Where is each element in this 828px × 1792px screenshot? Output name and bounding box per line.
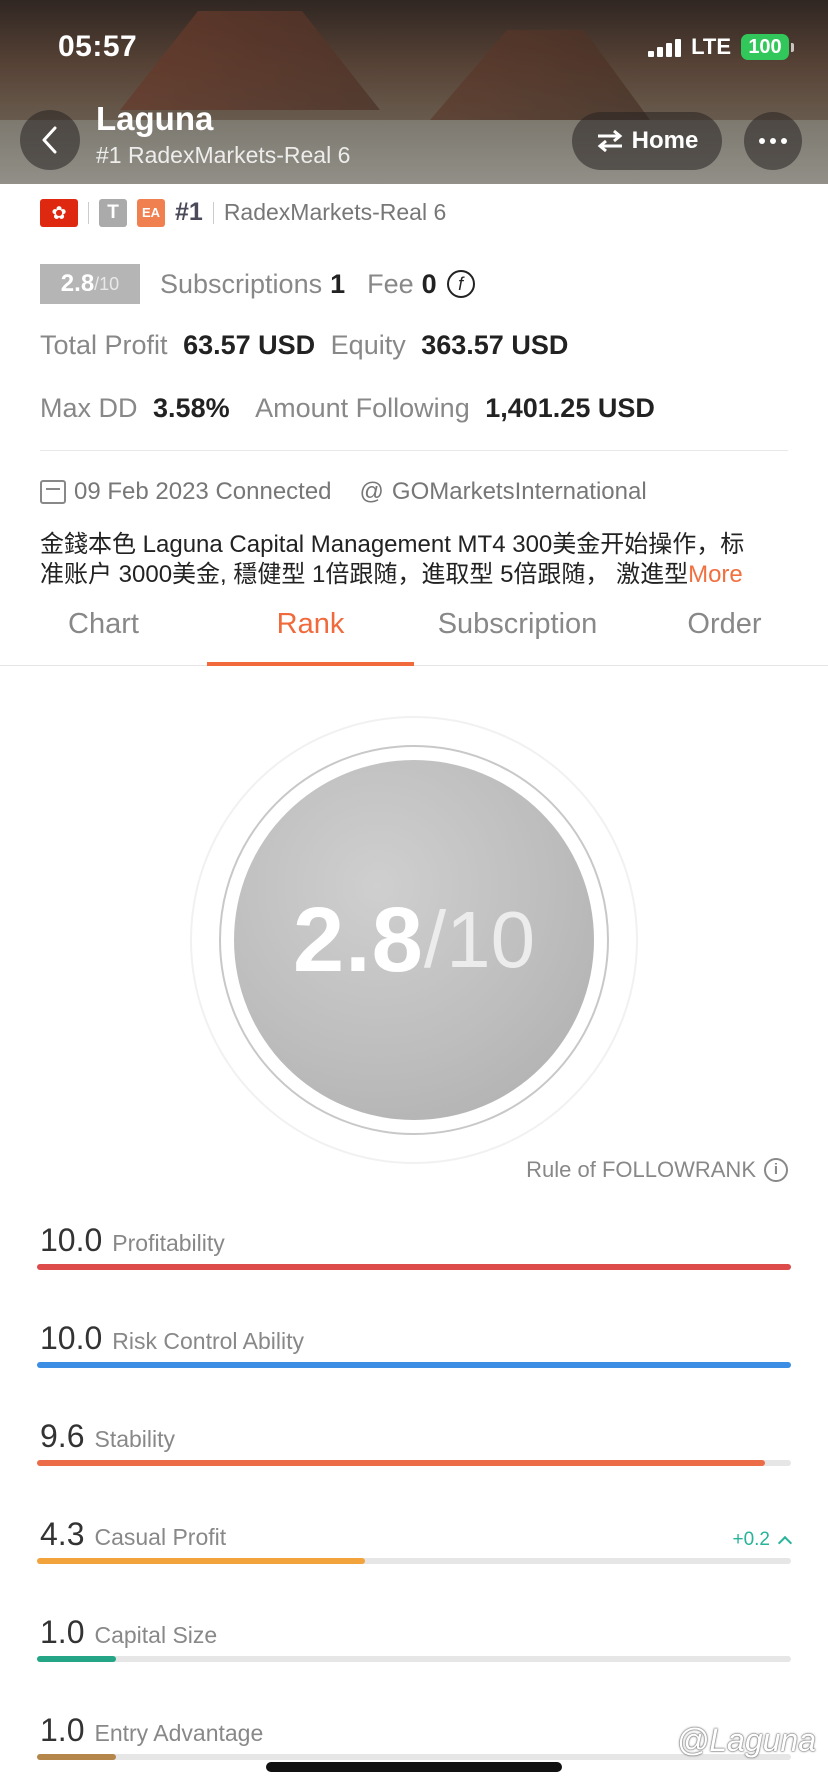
- score-subscriptions-row: 2.8/10 Subscriptions 1 Fee 0 f: [40, 264, 475, 304]
- equity-value: 363.57 USD: [421, 330, 569, 360]
- metric-bar-fill: [37, 1656, 117, 1662]
- signal-icon: [648, 37, 682, 57]
- amount-following-value: 1,401.25 USD: [485, 393, 655, 423]
- battery-icon: 100: [741, 34, 794, 60]
- equity-label: Equity: [330, 330, 406, 360]
- metric-value: 4.3: [40, 1516, 85, 1552]
- connected-date: 09 Feb 2023 Connected: [74, 478, 332, 505]
- metric-bar-fill: [37, 1754, 117, 1760]
- home-button-label: Home: [631, 127, 699, 154]
- tab-bar: Chart Rank Subscription Order: [0, 598, 828, 666]
- metric-bar-fill: [37, 1264, 791, 1270]
- tab-order[interactable]: Order: [621, 598, 828, 665]
- drawdown-following-row: Max DD 3.58% Amount Following 1,401.25 U…: [40, 393, 655, 424]
- metric-bar-track: [37, 1362, 791, 1368]
- rank-score: 2.8: [292, 888, 424, 991]
- metric-name: Casual Profit: [94, 1524, 227, 1550]
- swap-icon: [597, 129, 622, 153]
- rank-number: #1: [175, 198, 203, 226]
- tab-rank[interactable]: Rank: [207, 598, 414, 666]
- status-indicators: LTE 100: [648, 34, 794, 60]
- metric-value: 9.6: [40, 1418, 85, 1454]
- watermark: @Laguna: [676, 1722, 816, 1758]
- rank-circle: 2.8/10: [234, 760, 594, 1120]
- metric-bar-fill: [37, 1558, 365, 1564]
- connection-row: 09 Feb 2023 Connected @ GOMarketsInterna…: [40, 478, 647, 506]
- more-link[interactable]: More: [688, 561, 743, 588]
- status-time: 05:57: [58, 30, 138, 63]
- metric-change: +0.2: [732, 1529, 793, 1551]
- home-indicator: [266, 1762, 562, 1772]
- header-banner: 05:57 LTE 100 Laguna #1 RadexMarkets-Rea…: [0, 0, 828, 184]
- title-block: Laguna #1 RadexMarkets-Real 6: [96, 100, 350, 169]
- metric-name: Risk Control Ability: [112, 1328, 305, 1354]
- metric-bar-track: [37, 1264, 791, 1270]
- platform-name[interactable]: GOMarketsInternational: [392, 478, 647, 506]
- account-badges: ✿ T EA #1 RadexMarkets-Real 6: [40, 198, 446, 227]
- metric-name: Capital Size: [94, 1622, 218, 1648]
- metric-name: Profitability: [112, 1230, 225, 1256]
- battery-level: 100: [741, 34, 789, 60]
- hong-kong-flag-icon: ✿: [40, 198, 78, 227]
- metric-name: Stability: [94, 1426, 176, 1452]
- metric-bar-track: [37, 1558, 791, 1564]
- home-button[interactable]: Home: [572, 112, 722, 170]
- metric-value: 1.0: [40, 1614, 85, 1650]
- metric-value: 1.0: [40, 1712, 85, 1748]
- at-icon: @: [359, 478, 384, 505]
- metric-bar-track: [37, 1460, 791, 1466]
- description-line: 准账户 3000美金, 穩健型 1倍跟随，進取型 5倍跟随， 激進型More: [40, 561, 743, 588]
- chevron-up-icon: [777, 1535, 793, 1551]
- metric-row: 1.0 Capital Size: [37, 1614, 791, 1662]
- ellipsis-icon: [759, 138, 765, 144]
- fee-label: Fee: [367, 268, 414, 299]
- max-dd-value: 3.58%: [153, 393, 230, 423]
- subscriptions-label: Subscriptions: [160, 268, 323, 299]
- total-profit-value: 63.57 USD: [183, 330, 316, 360]
- metric-row: 4.3 Casual Profit +0.2: [37, 1516, 793, 1564]
- calendar-icon: [40, 480, 66, 504]
- broker-name: RadexMarkets-Real 6: [223, 199, 447, 225]
- profit-equity-row: Total Profit 63.57 USD Equity 363.57 USD: [40, 330, 568, 361]
- metric-bar-fill: [37, 1460, 765, 1466]
- description: 金錢本色 Laguna Capital Management MT4 300美金…: [40, 530, 790, 590]
- page-title: Laguna: [96, 100, 214, 137]
- badge-t: T: [99, 198, 127, 227]
- currency-icon: f: [446, 270, 475, 298]
- score-badge: 2.8/10: [40, 264, 140, 304]
- page-subtitle: #1 RadexMarkets-Real 6: [96, 142, 351, 168]
- rule-link-label: Rule of FOLLOWRANK: [526, 1157, 756, 1182]
- tab-subscription[interactable]: Subscription: [414, 598, 621, 665]
- tab-chart[interactable]: Chart: [0, 598, 207, 665]
- rank-score-max: /10: [423, 895, 536, 984]
- metric-row: 10.0 Profitability: [37, 1222, 791, 1270]
- subscriptions-value: 1: [330, 268, 346, 299]
- total-profit-label: Total Profit: [40, 330, 168, 360]
- network-label: LTE: [691, 34, 731, 59]
- metric-bar-track: [37, 1656, 791, 1662]
- amount-following-label: Amount Following: [255, 393, 470, 423]
- more-options-button[interactable]: [744, 112, 802, 170]
- back-button[interactable]: [20, 110, 80, 170]
- info-icon: i: [764, 1158, 788, 1182]
- divider: [40, 450, 788, 451]
- metric-row: 10.0 Risk Control Ability: [37, 1320, 791, 1368]
- metric-value: 10.0: [40, 1222, 103, 1258]
- badge-ea: EA: [137, 198, 165, 227]
- metric-bar-fill: [37, 1362, 791, 1368]
- description-line: 金錢本色 Laguna Capital Management MT4 300美金…: [40, 531, 745, 558]
- metric-value: 10.0: [40, 1320, 103, 1356]
- chevron-left-icon: [42, 126, 57, 154]
- max-dd-label: Max DD: [40, 393, 138, 423]
- metric-name: Entry Advantage: [94, 1720, 264, 1746]
- fee-value: 0: [421, 268, 437, 299]
- rule-link[interactable]: Rule of FOLLOWRANK i: [526, 1157, 788, 1183]
- metric-row: 9.6 Stability: [37, 1418, 791, 1466]
